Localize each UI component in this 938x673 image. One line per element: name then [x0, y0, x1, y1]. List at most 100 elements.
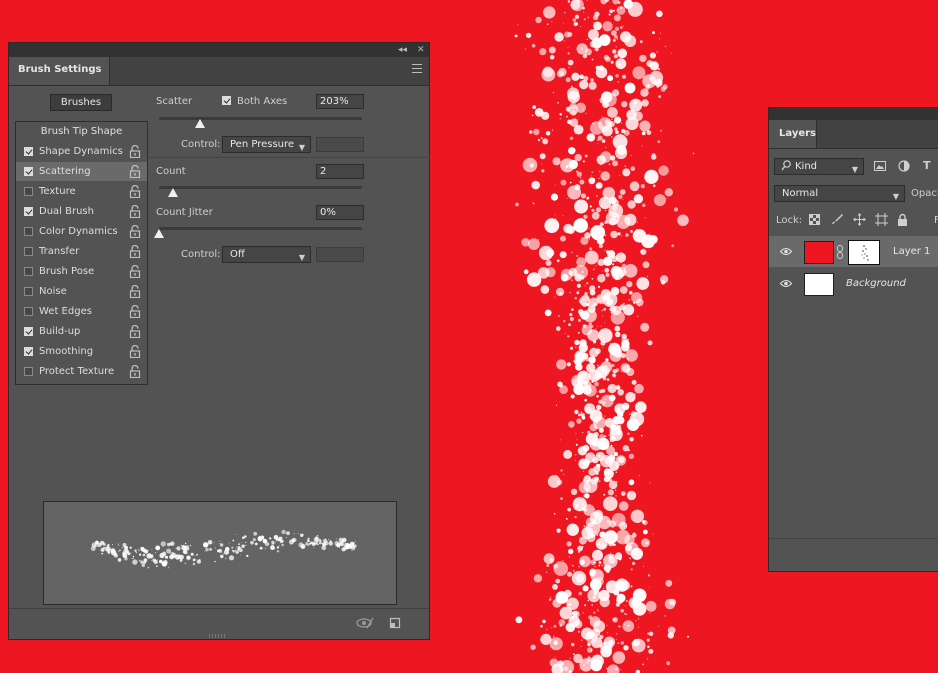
scatter-slider-thumb[interactable]	[194, 119, 205, 128]
tab-brush-settings[interactable]: Brush Settings	[9, 57, 111, 85]
count-jitter-control-dropdown[interactable]: Off ▼	[222, 246, 311, 263]
protect-texture-checkbox[interactable]	[24, 367, 33, 376]
lock-all-icon[interactable]	[897, 213, 908, 229]
adjustment-filter-icon[interactable]	[898, 160, 910, 175]
wet-edges-checkbox[interactable]	[24, 307, 33, 316]
count-value-field[interactable]: 2	[316, 164, 364, 179]
paint-dab	[626, 339, 628, 341]
lock-icon[interactable]	[129, 225, 141, 238]
count-slider-track[interactable]	[159, 186, 362, 189]
lock-icon[interactable]	[129, 325, 141, 338]
visibility-eye-icon[interactable]	[779, 279, 793, 291]
toggle-preview-icon[interactable]	[356, 617, 374, 632]
dual-brush-checkbox[interactable]	[24, 207, 33, 216]
lock-icon[interactable]	[129, 145, 141, 158]
preview-dab	[117, 543, 119, 545]
preview-dab	[134, 549, 137, 552]
lock-icon[interactable]	[129, 345, 141, 358]
layer-mask-thumbnail[interactable]	[848, 240, 880, 265]
lock-artboard-icon[interactable]	[875, 213, 888, 229]
visibility-eye-icon[interactable]	[779, 247, 793, 259]
scatter-control-dropdown[interactable]: Pen Pressure ▼	[222, 136, 311, 153]
list-item-brush-tip-shape[interactable]: Brush Tip Shape	[16, 122, 147, 141]
preview-dab	[286, 531, 290, 536]
build-up-checkbox[interactable]	[24, 327, 33, 336]
list-item-brush-pose[interactable]: Brush Pose	[16, 262, 147, 281]
list-item-transfer[interactable]: Transfer	[16, 242, 147, 261]
lock-image-pixels-icon[interactable]	[831, 213, 843, 228]
shape-dynamics-checkbox[interactable]	[24, 147, 33, 156]
layer-filter-dropdown[interactable]: Kind ▼	[774, 158, 864, 175]
collapse-icon[interactable]: ◂◂	[398, 44, 407, 56]
list-item-dual-brush[interactable]: Dual Brush	[16, 202, 147, 221]
paint-dab	[567, 52, 570, 55]
list-item-wet-edges[interactable]: Wet Edges	[16, 302, 147, 321]
paint-dab	[596, 195, 598, 197]
layer-row-background[interactable]: Background	[769, 268, 938, 299]
resize-grip[interactable]	[209, 634, 227, 638]
type-filter-icon[interactable]: T	[923, 159, 931, 172]
color-dynamics-checkbox[interactable]	[24, 227, 33, 236]
paint-dab	[582, 585, 589, 592]
fill-label: F	[934, 215, 938, 226]
transfer-checkbox[interactable]	[24, 247, 33, 256]
preview-dab	[192, 562, 196, 566]
list-item-scattering[interactable]: Scattering	[16, 162, 147, 181]
list-item-noise[interactable]: Noise	[16, 282, 147, 301]
paint-dab	[564, 31, 571, 38]
lock-icon[interactable]	[129, 305, 141, 318]
paint-dab	[625, 613, 628, 616]
count-jitter-slider-track[interactable]	[159, 227, 362, 230]
lock-icon[interactable]	[129, 185, 141, 198]
layer-thumbnail[interactable]	[804, 273, 834, 296]
panel-title-strip[interactable]	[769, 108, 938, 120]
paint-dab	[615, 368, 620, 372]
link-chain-icon[interactable]	[836, 245, 844, 262]
list-item-smoothing[interactable]: Smoothing	[16, 342, 147, 361]
layer-thumbnail[interactable]	[804, 241, 834, 264]
blend-mode-dropdown[interactable]: Normal ▼	[774, 185, 905, 202]
scattering-checkbox[interactable]	[24, 167, 33, 176]
count-slider-thumb[interactable]	[168, 188, 179, 197]
lock-icon[interactable]	[129, 165, 141, 178]
panel-menu-icon[interactable]	[412, 64, 422, 73]
list-item-color-dynamics[interactable]: Color Dynamics	[16, 222, 147, 241]
preview-dab	[278, 545, 280, 547]
paint-dab	[589, 409, 592, 412]
layer-name[interactable]: Layer 1	[893, 236, 930, 267]
scatter-value-field[interactable]: 203%	[316, 94, 364, 109]
list-item-shape-dynamics[interactable]: Shape Dynamics	[16, 142, 147, 161]
new-brush-icon[interactable]	[389, 617, 401, 632]
texture-checkbox[interactable]	[24, 187, 33, 196]
lock-transparent-pixels-icon[interactable]	[809, 214, 820, 228]
count-jitter-value-field[interactable]: 0%	[316, 205, 364, 220]
list-item-protect-texture[interactable]: Protect Texture	[16, 362, 147, 381]
lock-icon[interactable]	[129, 285, 141, 298]
lock-position-icon[interactable]	[853, 213, 866, 229]
preview-dab	[112, 544, 113, 546]
tab-layers[interactable]: Layers	[769, 120, 817, 148]
paint-dab	[587, 29, 599, 41]
count-jitter-slider-thumb[interactable]	[154, 229, 164, 238]
lock-icon[interactable]	[129, 365, 141, 378]
close-icon[interactable]: ✕	[417, 44, 425, 56]
smoothing-checkbox[interactable]	[24, 347, 33, 356]
lock-icon[interactable]	[129, 265, 141, 278]
brush-pose-checkbox[interactable]	[24, 267, 33, 276]
paint-dab	[522, 157, 538, 173]
image-filter-icon[interactable]	[874, 161, 886, 174]
lock-icon[interactable]	[129, 205, 141, 218]
brushes-button[interactable]: Brushes	[50, 94, 112, 111]
list-item-build-up[interactable]: Build-up	[16, 322, 147, 341]
lock-icon[interactable]	[129, 245, 141, 258]
panel-title-strip[interactable]: ◂◂ ✕	[9, 43, 429, 57]
both-axes-checkbox[interactable]	[222, 96, 231, 105]
preview-dab	[353, 544, 357, 548]
list-item-texture[interactable]: Texture	[16, 182, 147, 201]
scatter-slider-track[interactable]	[159, 117, 362, 120]
noise-checkbox[interactable]	[24, 287, 33, 296]
paint-dab	[559, 385, 568, 395]
paint-dab	[582, 294, 590, 302]
layer-name[interactable]: Background	[846, 268, 906, 299]
layer-row-layer-1[interactable]: Layer 1	[769, 236, 938, 267]
